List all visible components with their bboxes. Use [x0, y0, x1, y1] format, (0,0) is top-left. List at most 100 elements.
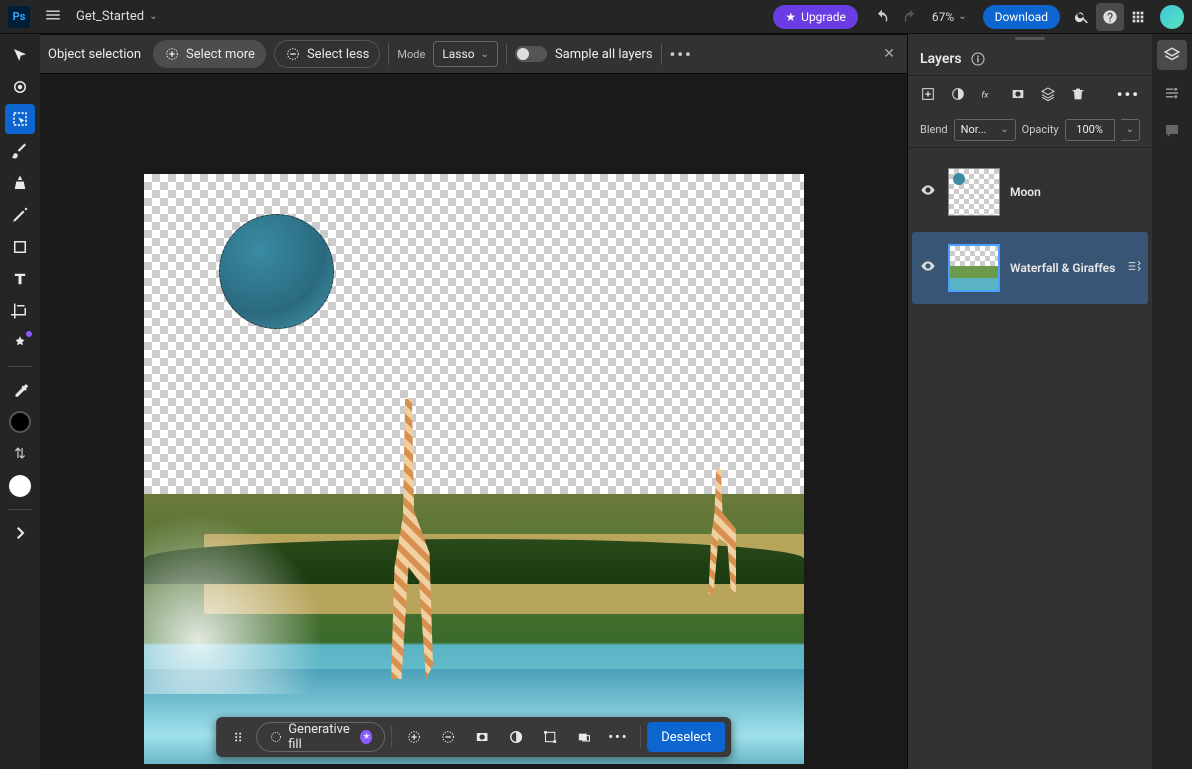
- layer-thumbnail: [948, 244, 1000, 292]
- subtract-selection-icon[interactable]: [432, 722, 464, 752]
- transform-selection-icon[interactable]: [534, 722, 566, 752]
- star-icon: ★: [785, 10, 796, 24]
- foreground-color[interactable]: [5, 407, 35, 437]
- star-badge-icon: ★: [361, 730, 373, 744]
- blend-dropdown[interactable]: Nor... ⌄: [954, 119, 1016, 141]
- upgrade-button[interactable]: ★ Upgrade: [773, 5, 858, 29]
- layers-title: Layers: [920, 51, 962, 67]
- deselect-label: Deselect: [661, 730, 711, 745]
- background-color[interactable]: [5, 471, 35, 501]
- add-selection-icon[interactable]: [398, 722, 430, 752]
- sample-all-toggle[interactable]: [515, 46, 547, 62]
- delete-layer-icon[interactable]: [1070, 86, 1086, 102]
- app-logo[interactable]: Ps: [8, 6, 30, 28]
- properties-panel-icon[interactable]: [1157, 78, 1187, 108]
- close-options-icon[interactable]: ✕: [879, 42, 899, 66]
- layer-thumbnail: [948, 168, 1000, 216]
- svg-text:fx: fx: [981, 90, 989, 100]
- chevron-down-icon: ⌄: [1000, 124, 1008, 135]
- user-avatar[interactable]: [1160, 5, 1184, 29]
- fill-icon[interactable]: [568, 722, 600, 752]
- zoom-value: 67%: [932, 10, 954, 24]
- upgrade-label: Upgrade: [801, 10, 846, 24]
- layer-row-waterfall[interactable]: Waterfall & Giraffes: [912, 232, 1148, 304]
- context-more-icon[interactable]: •••: [602, 722, 634, 752]
- generative-fill-button[interactable]: Generative fill ★: [256, 722, 386, 752]
- opacity-label: Opacity: [1022, 123, 1059, 136]
- new-layer-icon[interactable]: [920, 86, 936, 102]
- apps-grid-icon[interactable]: [1124, 3, 1152, 31]
- layers-panel-icon[interactable]: [1157, 40, 1187, 70]
- top-bar: Ps Get_Started ⌄ ★ Upgrade 67% ⌄ Downloa…: [0, 0, 1192, 34]
- menu-icon[interactable]: [44, 6, 62, 28]
- blend-value: Nor...: [961, 123, 987, 136]
- drag-handle-icon[interactable]: [222, 722, 254, 752]
- opacity-input[interactable]: 100%: [1065, 119, 1115, 141]
- gen-fill-label: Generative fill: [288, 722, 354, 752]
- opacity-value: 100%: [1076, 123, 1103, 136]
- panel-grip[interactable]: [908, 34, 1152, 42]
- sample-all-label: Sample all layers: [555, 47, 653, 62]
- options-bar: Object selection Select more Select less…: [40, 34, 907, 74]
- layer-row-moon[interactable]: Moon: [912, 156, 1148, 228]
- transform-tool[interactable]: [5, 72, 35, 102]
- download-button[interactable]: Download: [983, 5, 1060, 29]
- eyedropper-tool[interactable]: [5, 375, 35, 405]
- shape-tool[interactable]: [5, 232, 35, 262]
- chevron-down-icon: ⌄: [958, 11, 966, 22]
- document-name: Get_Started: [76, 9, 144, 24]
- layer-tools-row: fx •••: [908, 76, 1152, 112]
- search-icon[interactable]: [1068, 3, 1096, 31]
- blend-label: Blend: [920, 123, 948, 136]
- clone-tool[interactable]: [5, 168, 35, 198]
- mode-dropdown[interactable]: Lasso ⌄: [433, 41, 498, 67]
- chevron-down-icon: ⌄: [481, 49, 489, 60]
- adjustment-layer-icon[interactable]: [950, 86, 966, 102]
- zoom-dropdown[interactable]: 67% ⌄: [932, 10, 967, 24]
- options-title: Object selection: [48, 47, 141, 62]
- layer-more-icon[interactable]: •••: [1117, 85, 1140, 104]
- right-rail: [1152, 34, 1192, 769]
- swap-colors-icon[interactable]: ⇅: [5, 439, 35, 469]
- canvas[interactable]: [144, 174, 804, 764]
- redo-button[interactable]: [896, 9, 924, 25]
- moon-selection: [219, 214, 334, 329]
- more-tools-icon[interactable]: [5, 518, 35, 548]
- pen-tool[interactable]: [5, 200, 35, 230]
- layer-name: Waterfall & Giraffes: [1010, 261, 1116, 275]
- canvas-area[interactable]: Generative fill ★ ••• Deselect: [40, 74, 907, 769]
- info-icon[interactable]: [970, 51, 986, 67]
- layer-name: Moon: [1010, 185, 1142, 199]
- object-selection-tool[interactable]: [5, 104, 35, 134]
- text-tool[interactable]: [5, 264, 35, 294]
- visibility-toggle[interactable]: [918, 258, 938, 278]
- fx-icon[interactable]: fx: [980, 86, 996, 102]
- mode-label: Mode: [397, 48, 425, 61]
- mode-value: Lasso: [442, 47, 474, 61]
- layer-stack-icon[interactable]: [1040, 86, 1056, 102]
- crop-tool[interactable]: [5, 296, 35, 326]
- deselect-button[interactable]: Deselect: [647, 722, 725, 752]
- select-more-button[interactable]: Select more: [153, 40, 266, 68]
- move-tool[interactable]: [5, 40, 35, 70]
- visibility-toggle[interactable]: [918, 182, 938, 202]
- layers-panel: Layers fx ••• Blend Nor... ⌄ Opacity: [907, 34, 1152, 769]
- mask-icon[interactable]: [466, 722, 498, 752]
- comments-panel-icon[interactable]: [1157, 116, 1187, 146]
- help-icon[interactable]: [1096, 3, 1124, 31]
- context-task-bar: Generative fill ★ ••• Deselect: [216, 717, 732, 757]
- opacity-chevron[interactable]: ⌄: [1121, 119, 1140, 141]
- download-label: Download: [995, 10, 1048, 24]
- gen-fill-tool[interactable]: [5, 328, 35, 358]
- select-less-button[interactable]: Select less: [274, 40, 380, 68]
- undo-button[interactable]: [868, 9, 896, 25]
- tool-bar: ⇅: [0, 34, 40, 769]
- adjustment-icon[interactable]: [500, 722, 532, 752]
- add-mask-icon[interactable]: [1010, 86, 1026, 102]
- select-more-label: Select more: [186, 47, 255, 62]
- document-name-dropdown[interactable]: Get_Started ⌄: [76, 9, 158, 24]
- brush-tool[interactable]: [5, 136, 35, 166]
- more-options-icon[interactable]: •••: [670, 45, 693, 64]
- layer-settings-icon[interactable]: [1126, 258, 1142, 278]
- select-less-label: Select less: [307, 47, 369, 62]
